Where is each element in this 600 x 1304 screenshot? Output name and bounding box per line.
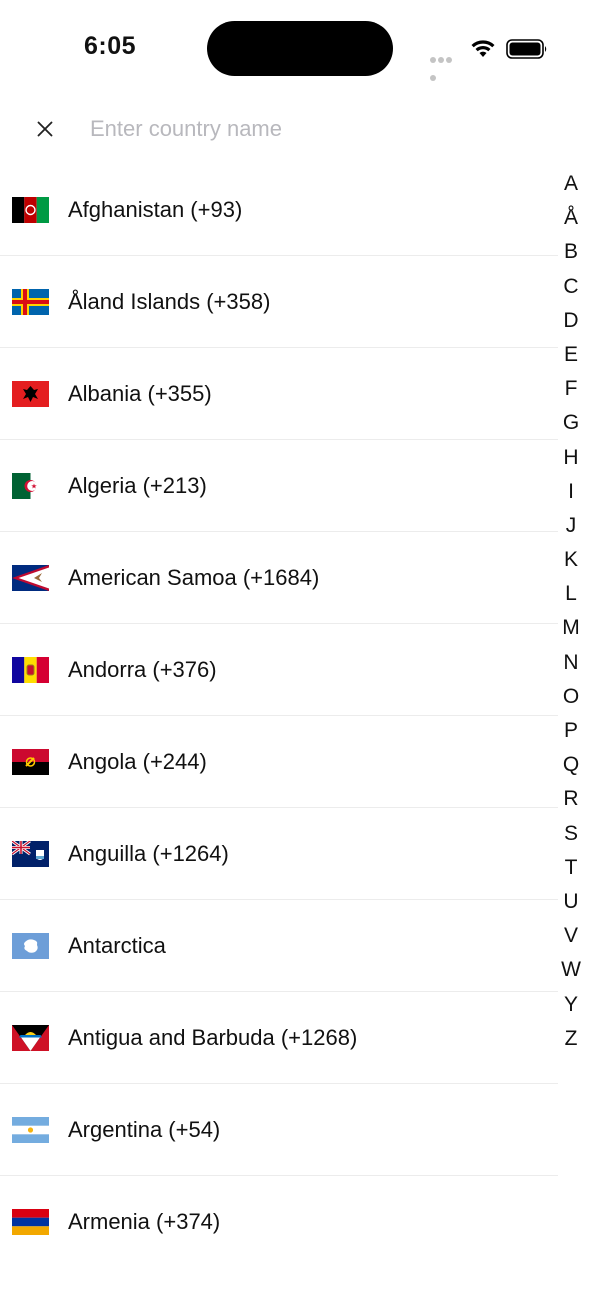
search-input[interactable] bbox=[90, 110, 530, 148]
list-item[interactable]: Angola (+244) bbox=[0, 716, 558, 808]
index-letter[interactable]: D bbox=[556, 304, 586, 338]
country-name: Argentina (+54) bbox=[68, 1116, 221, 1142]
index-letter[interactable]: F bbox=[556, 372, 586, 406]
index-letter[interactable]: V bbox=[556, 919, 586, 953]
list-item[interactable]: Åland Islands (+358) bbox=[0, 256, 558, 348]
list-item[interactable]: Afghanistan (+93) bbox=[0, 164, 558, 256]
index-letter[interactable]: A bbox=[556, 167, 586, 201]
index-letter[interactable]: O bbox=[556, 680, 586, 714]
list-item[interactable]: Argentina (+54) bbox=[0, 1084, 558, 1176]
index-letter[interactable]: S bbox=[556, 817, 586, 851]
wifi-icon bbox=[471, 40, 495, 57]
country-name: American Samoa (+1684) bbox=[68, 564, 320, 590]
country-list: Afghanistan (+93) Åland Islands (+358) A… bbox=[0, 164, 558, 1267]
index-letter[interactable]: R bbox=[556, 782, 586, 816]
american-samoa-flag-icon bbox=[12, 564, 49, 591]
battery-icon bbox=[506, 39, 547, 59]
antarctica-flag-icon bbox=[12, 932, 49, 959]
aland-flag-icon bbox=[12, 288, 49, 315]
index-letter[interactable]: P bbox=[556, 714, 586, 748]
anguilla-flag-icon bbox=[12, 840, 49, 867]
index-letter[interactable]: W bbox=[556, 953, 586, 987]
index-letter[interactable]: T bbox=[556, 851, 586, 885]
afghanistan-flag-icon bbox=[12, 196, 49, 223]
dynamic-island bbox=[207, 21, 393, 76]
country-name: Åland Islands (+358) bbox=[68, 288, 271, 314]
country-name: Afghanistan (+93) bbox=[68, 196, 243, 222]
index-letter[interactable]: G bbox=[556, 406, 586, 440]
index-letter[interactable]: N bbox=[556, 646, 586, 680]
list-item[interactable]: Armenia (+374) bbox=[0, 1176, 558, 1267]
status-bar: 6:05 bbox=[0, 0, 600, 96]
index-letter[interactable]: E bbox=[556, 338, 586, 372]
argentina-flag-icon bbox=[12, 1116, 49, 1143]
country-name: Anguilla (+1264) bbox=[68, 840, 229, 866]
list-item[interactable]: American Samoa (+1684) bbox=[0, 532, 558, 624]
andorra-flag-icon bbox=[12, 656, 49, 683]
index-letter[interactable]: Q bbox=[556, 748, 586, 782]
list-item[interactable]: Antarctica bbox=[0, 900, 558, 992]
list-item[interactable]: Anguilla (+1264) bbox=[0, 808, 558, 900]
index-letter[interactable]: Å bbox=[556, 201, 586, 235]
cellular-signal-icon bbox=[430, 50, 460, 81]
index-letter[interactable]: M bbox=[556, 611, 586, 645]
status-icons bbox=[430, 36, 550, 81]
albania-flag-icon bbox=[12, 380, 49, 407]
list-item[interactable]: Andorra (+376) bbox=[0, 624, 558, 716]
country-name: Antarctica bbox=[68, 932, 166, 958]
armenia-flag-icon bbox=[12, 1208, 49, 1235]
index-letter[interactable]: J bbox=[556, 509, 586, 543]
country-name: Algeria (+213) bbox=[68, 472, 207, 498]
index-letter[interactable]: K bbox=[556, 543, 586, 577]
country-name: Armenia (+374) bbox=[68, 1208, 221, 1234]
index-letter[interactable]: Y bbox=[556, 988, 586, 1022]
close-icon bbox=[37, 121, 53, 137]
country-name: Angola (+244) bbox=[68, 748, 207, 774]
index-letter[interactable]: H bbox=[556, 441, 586, 475]
index-letter[interactable]: B bbox=[556, 235, 586, 269]
list-item[interactable]: Algeria (+213) bbox=[0, 440, 558, 532]
index-letter[interactable]: U bbox=[556, 885, 586, 919]
angola-flag-icon bbox=[12, 748, 49, 775]
index-letter[interactable]: Z bbox=[556, 1022, 586, 1056]
algeria-flag-icon bbox=[12, 472, 49, 499]
close-button[interactable] bbox=[30, 114, 60, 144]
country-name: Andorra (+376) bbox=[68, 656, 217, 682]
list-item[interactable]: Albania (+355) bbox=[0, 348, 558, 440]
search-row bbox=[0, 100, 600, 160]
country-name: Albania (+355) bbox=[68, 380, 212, 406]
index-letter[interactable]: I bbox=[556, 475, 586, 509]
alphabet-index[interactable]: A Å B C D E F G H I J K L M N O P Q R S … bbox=[556, 167, 586, 1056]
list-item[interactable]: Antigua and Barbuda (+1268) bbox=[0, 992, 558, 1084]
index-letter[interactable]: C bbox=[556, 270, 586, 304]
index-letter[interactable]: L bbox=[556, 577, 586, 611]
status-time: 6:05 bbox=[84, 32, 137, 60]
country-name: Antigua and Barbuda (+1268) bbox=[68, 1024, 358, 1050]
antigua-flag-icon bbox=[12, 1024, 49, 1051]
